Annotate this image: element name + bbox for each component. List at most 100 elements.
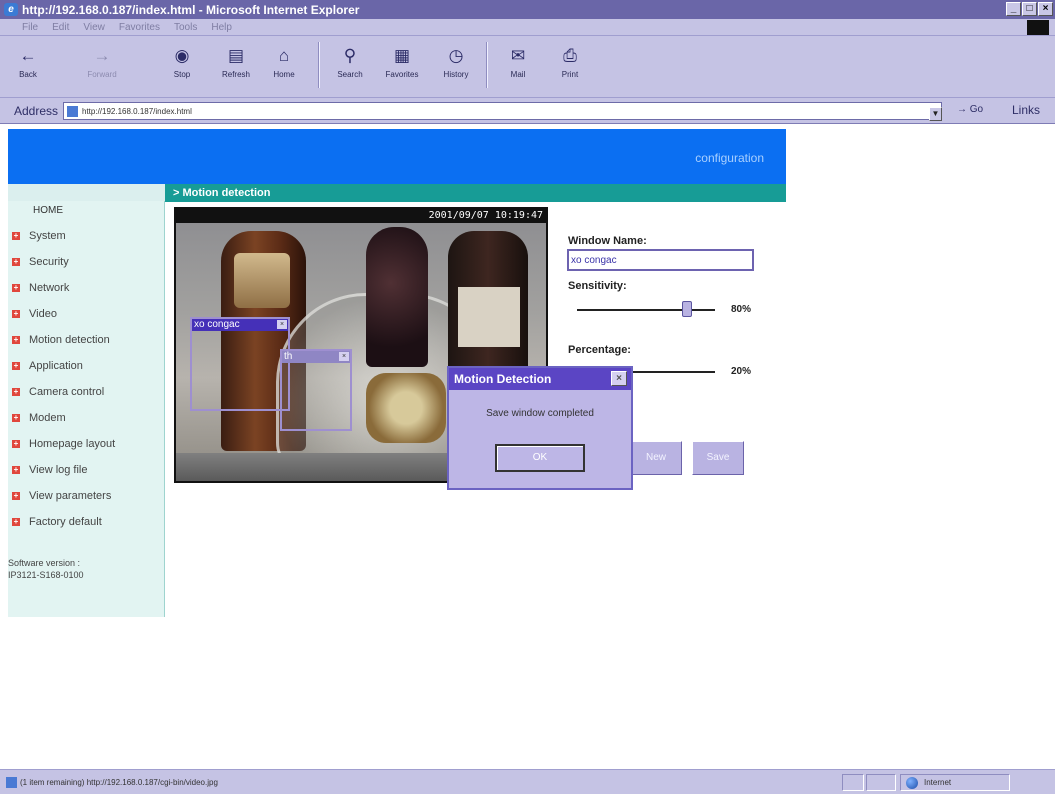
page-header: configuration xyxy=(8,129,786,184)
page-loading-icon xyxy=(6,776,17,788)
expand-icon: + xyxy=(12,413,20,422)
motion-window-titlebar[interactable]: th × xyxy=(282,351,350,363)
close-icon[interactable]: × xyxy=(277,320,287,329)
sidebar-item-label: Homepage layout xyxy=(29,438,116,450)
ie-logo-icon: e xyxy=(4,3,18,16)
dialog-title: Motion Detection xyxy=(454,372,552,386)
menu-tools[interactable]: Tools xyxy=(174,22,197,33)
go-button[interactable]: → Go xyxy=(957,104,983,115)
favorites-icon: ▦ xyxy=(393,46,411,65)
address-label: Address xyxy=(14,104,59,118)
bottle-label-image xyxy=(458,287,520,347)
sensitivity-label: Sensitivity: xyxy=(568,280,627,292)
window-controls: _ □ × xyxy=(1006,2,1053,16)
motion-window-name: th xyxy=(284,351,293,362)
dialog-ok-button[interactable]: OK xyxy=(495,444,585,472)
window-title: http://192.168.0.187/index.html - Micros… xyxy=(22,2,360,17)
mail-button[interactable]: ✉ Mail xyxy=(498,42,538,90)
refresh-label: Refresh xyxy=(221,70,250,79)
forward-button[interactable]: → Forward xyxy=(82,42,122,90)
menu-file[interactable]: File xyxy=(22,22,38,33)
print-button[interactable]: ⎙ Print xyxy=(550,42,590,90)
expand-icon: + xyxy=(12,439,20,448)
sidebar-item-security[interactable]: + Security xyxy=(12,255,69,269)
search-label: Search xyxy=(337,70,363,79)
refresh-button[interactable]: ▤ Refresh xyxy=(216,42,256,90)
motion-window-secondary[interactable]: th × xyxy=(280,349,352,431)
history-label: History xyxy=(443,70,469,79)
sidebar-item-system[interactable]: + System xyxy=(12,229,66,243)
sidebar-item-camera-control[interactable]: + Camera control xyxy=(12,385,104,399)
expand-icon: + xyxy=(12,283,20,292)
security-zone: Internet xyxy=(900,774,1010,791)
menu-edit[interactable]: Edit xyxy=(52,22,69,33)
history-button[interactable]: ◷ History xyxy=(436,42,476,90)
menu-help[interactable]: Help xyxy=(211,22,232,33)
motion-window-active[interactable]: xo congac × xyxy=(190,317,290,411)
minimize-button[interactable]: _ xyxy=(1006,2,1021,16)
favorites-button[interactable]: ▦ Favorites xyxy=(382,42,422,90)
stop-icon: ◉ xyxy=(174,46,190,65)
toolbar-separator xyxy=(318,42,320,88)
percentage-value: 20% xyxy=(731,366,752,377)
close-button[interactable]: × xyxy=(1038,2,1053,16)
sidebar-item-view-parameters[interactable]: + View parameters xyxy=(12,489,111,503)
sidebar-item-application[interactable]: + Application xyxy=(12,359,83,373)
sensitivity-slider-thumb[interactable] xyxy=(682,301,693,317)
favorites-label: Favorites xyxy=(385,70,419,79)
new-button[interactable]: New xyxy=(630,441,682,475)
status-text: (1 item remaining) http://192.168.0.187/… xyxy=(20,777,218,787)
search-button[interactable]: ⚲ Search xyxy=(330,42,370,90)
address-url: http://192.168.0.187/index.html xyxy=(82,106,192,116)
sidebar-item-video[interactable]: + Video xyxy=(12,307,57,321)
sidebar-item-network[interactable]: + Network xyxy=(12,281,69,295)
sidebar-item-home[interactable]: HOME xyxy=(33,205,63,216)
print-icon: ⎙ xyxy=(563,46,577,65)
jar-contents-image xyxy=(366,373,446,443)
menu-favorites[interactable]: Favorites xyxy=(119,22,160,33)
dialog-message: Save window completed xyxy=(486,408,594,419)
percentage-label: Percentage: xyxy=(568,344,631,356)
search-icon: ⚲ xyxy=(343,46,357,65)
print-label: Print xyxy=(561,70,579,79)
toolbar-separator xyxy=(486,42,488,88)
dialog-close-button[interactable]: × xyxy=(611,371,627,386)
zone-label: Internet xyxy=(924,778,952,787)
dialog-titlebar[interactable]: Motion Detection × xyxy=(449,368,631,390)
windows-throbber-logo xyxy=(1027,20,1049,35)
menu-view[interactable]: View xyxy=(83,22,105,33)
expand-icon: + xyxy=(12,465,20,474)
save-button[interactable]: Save xyxy=(692,441,744,475)
sidebar-item-modem[interactable]: + Modem xyxy=(12,411,66,425)
sidebar-item-label: Security xyxy=(29,256,69,268)
status-bar: (1 item remaining) http://192.168.0.187/… xyxy=(0,769,1055,794)
software-version: Software version : IP3121-S168-0100 xyxy=(8,557,84,581)
back-button[interactable]: ← Back xyxy=(8,42,48,90)
sidebar-item-label: View parameters xyxy=(29,490,112,502)
close-icon[interactable]: × xyxy=(339,352,349,361)
links-button[interactable]: Links xyxy=(1012,103,1040,117)
sensitivity-slider-track[interactable] xyxy=(577,309,715,311)
home-button[interactable]: ⌂ Home xyxy=(264,42,304,90)
maximize-button[interactable]: □ xyxy=(1022,2,1037,16)
sidebar: HOME + System + Security + Network + Video +… xyxy=(8,201,165,617)
status-cell xyxy=(842,774,864,791)
stop-button[interactable]: ◉ Stop xyxy=(162,42,202,90)
sidebar-item-motion-detection[interactable]: + Motion detection xyxy=(12,333,110,347)
forward-label: Forward xyxy=(87,70,117,79)
expand-icon: + xyxy=(12,517,20,526)
address-input[interactable]: http://192.168.0.187/index.html xyxy=(63,102,942,120)
sidebar-item-view-log-file[interactable]: + View log file xyxy=(12,463,88,477)
sidebar-item-homepage-layout[interactable]: + Homepage layout xyxy=(12,437,115,451)
window-name-input[interactable] xyxy=(567,249,754,271)
address-dropdown-button[interactable]: ▼ xyxy=(929,107,942,121)
address-bar: Address http://192.168.0.187/index.html xyxy=(0,98,1055,124)
window-titlebar[interactable]: e http://192.168.0.187/index.html - Micr… xyxy=(0,0,1055,19)
bottle-label-image xyxy=(234,253,290,308)
history-icon: ◷ xyxy=(448,46,464,65)
motion-detection-dialog: Motion Detection × Save window completed… xyxy=(447,366,633,490)
motion-window-titlebar[interactable]: xo congac × xyxy=(192,319,288,331)
motion-window-name: xo congac xyxy=(194,319,240,330)
refresh-icon: ▤ xyxy=(227,46,245,65)
sidebar-item-factory-default[interactable]: + Factory default xyxy=(12,515,102,529)
